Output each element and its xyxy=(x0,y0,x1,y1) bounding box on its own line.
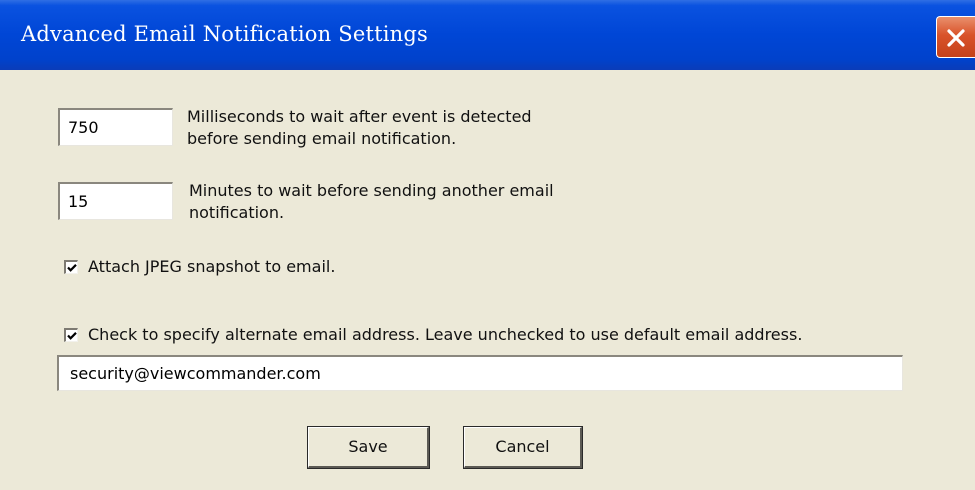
alternate-email-checkbox[interactable] xyxy=(64,328,78,342)
resend-minutes-label: Minutes to wait before sending another e… xyxy=(189,180,554,224)
save-button[interactable]: Save xyxy=(307,426,430,469)
resend-label-line1: Minutes to wait before sending another e… xyxy=(189,181,554,200)
window-title: Advanced Email Notification Settings xyxy=(21,22,428,46)
delay-label-line1: Milliseconds to wait after event is dete… xyxy=(187,107,532,126)
alternate-email-label[interactable]: Check to specify alternate email address… xyxy=(88,324,802,346)
delay-label-line2: before sending email notification. xyxy=(187,129,457,148)
delay-milliseconds-input[interactable]: 750 xyxy=(58,108,173,146)
delay-milliseconds-label: Milliseconds to wait after event is dete… xyxy=(187,106,532,150)
checkmark-icon xyxy=(67,264,77,272)
close-icon xyxy=(947,29,965,47)
resend-minutes-input[interactable]: 15 xyxy=(58,182,173,220)
dialog-body: 750 Milliseconds to wait after event is … xyxy=(0,70,975,490)
alternate-email-input[interactable]: security@viewcommander.com xyxy=(57,355,903,391)
attach-jpeg-checkbox[interactable] xyxy=(64,260,78,274)
cancel-button[interactable]: Cancel xyxy=(463,426,583,469)
dialog-window: Advanced Email Notification Settings 750… xyxy=(0,0,975,490)
attach-jpeg-label[interactable]: Attach JPEG snapshot to email. xyxy=(88,256,335,278)
close-button[interactable] xyxy=(936,16,975,58)
title-bar[interactable]: Advanced Email Notification Settings xyxy=(0,0,975,70)
checkmark-icon xyxy=(67,332,77,340)
resend-label-line2: notification. xyxy=(189,203,285,222)
